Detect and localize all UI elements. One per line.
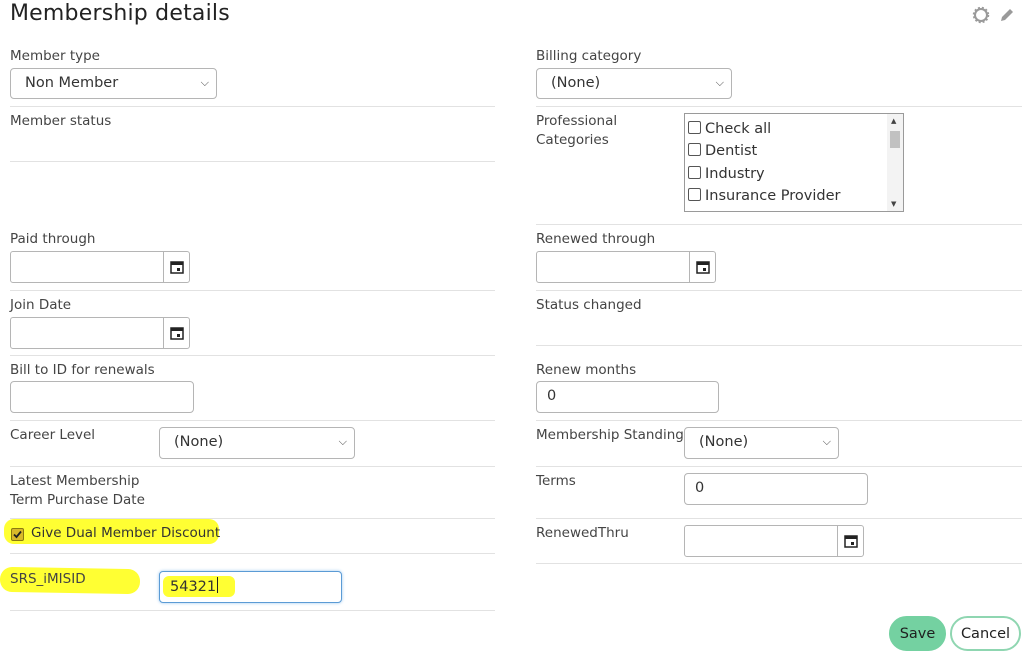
renew-months-label: Renew months [536, 362, 637, 378]
srs-imisid-value: 54321 [170, 577, 219, 595]
member-status-label: Member status [10, 113, 112, 129]
professional-categories-label-line1: Professional [536, 113, 618, 129]
renewed-through-date-field[interactable] [536, 251, 716, 283]
chevron-down-icon: ⌵ [338, 435, 347, 448]
scrollbar[interactable]: ▲ ▼ [887, 114, 903, 211]
checkbox[interactable] [688, 143, 701, 156]
renewed-through-label: Renewed through [536, 231, 656, 247]
billing-category-select[interactable]: (None) ⌵ [536, 68, 732, 99]
save-button[interactable]: Save [889, 616, 946, 651]
dual-discount-checkbox[interactable] [11, 528, 24, 541]
divider [10, 420, 495, 421]
list-item-insurance-provider[interactable]: Insurance Provider [688, 185, 840, 207]
list-item-dentist[interactable]: Dentist [688, 140, 757, 162]
gear-icon[interactable] [972, 6, 990, 24]
career-level-select[interactable]: (None) ⌵ [159, 427, 355, 459]
option-label: Insurance Provider [705, 188, 841, 204]
calendar-icon[interactable] [837, 526, 863, 556]
chevron-down-icon: ⌵ [822, 435, 831, 448]
billing-category-value: (None) [551, 75, 601, 91]
cancel-button[interactable]: Cancel [950, 616, 1021, 651]
page-title: Membership details [10, 1, 230, 26]
option-label: Industry [705, 166, 765, 182]
member-type-select[interactable]: Non Member ⌵ [10, 68, 217, 99]
divider [10, 106, 495, 107]
join-date-label: Join Date [10, 297, 72, 313]
latest-membership-label-line2: Term Purchase Date [10, 492, 145, 508]
calendar-icon[interactable] [163, 318, 189, 348]
scrollbar-thumb[interactable] [890, 131, 900, 148]
professional-categories-label-line2: Categories [536, 132, 609, 148]
scroll-down-icon[interactable]: ▼ [891, 200, 896, 208]
divider [10, 161, 495, 162]
divider [10, 610, 495, 611]
billing-category-label: Billing category [536, 48, 642, 64]
chevron-down-icon: ⌵ [200, 76, 209, 89]
scroll-up-icon[interactable]: ▲ [891, 117, 896, 125]
paid-through-date-field[interactable] [10, 251, 190, 283]
checkbox[interactable] [688, 188, 701, 201]
membership-standing-label: Membership Standing [536, 427, 684, 443]
divider [536, 563, 1022, 564]
join-date-field[interactable] [10, 317, 190, 349]
divider [536, 224, 1022, 225]
calendar-icon[interactable] [689, 252, 715, 282]
divider [536, 345, 1022, 346]
checkmark-icon [13, 530, 22, 539]
divider [10, 553, 495, 554]
member-type-label: Member type [10, 48, 100, 64]
srs-imisid-input[interactable]: 54321 [159, 571, 342, 603]
divider [536, 466, 1022, 467]
status-changed-label: Status changed [536, 297, 642, 313]
latest-membership-label-line1: Latest Membership [10, 473, 140, 489]
divider [536, 518, 1022, 519]
text-cursor [217, 577, 219, 593]
divider [10, 466, 495, 467]
calendar-icon[interactable] [163, 252, 189, 282]
list-item-check-all[interactable]: Check all [688, 118, 771, 140]
paid-through-label: Paid through [10, 231, 96, 247]
career-level-label: Career Level [10, 427, 96, 443]
list-item-industry[interactable]: Industry [688, 163, 765, 185]
divider [536, 420, 1022, 421]
divider [10, 290, 495, 291]
divider [536, 106, 1022, 107]
professional-categories-listbox[interactable]: Check all Dentist Industry Insurance Pro… [684, 113, 904, 212]
bill-to-label: Bill to ID for renewals [10, 362, 155, 378]
divider [10, 355, 495, 356]
dual-discount-label: Give Dual Member Discount [31, 525, 221, 541]
renewed-thru-label: RenewedThru [536, 525, 629, 541]
chevron-down-icon: ⌵ [715, 76, 724, 89]
srs-imisid-label: SRS_iMISID [10, 571, 86, 587]
option-label: Dentist [705, 143, 758, 159]
pencil-icon[interactable] [998, 6, 1016, 24]
checkbox[interactable] [688, 166, 701, 179]
renewed-thru-date-field[interactable] [684, 525, 864, 557]
bill-to-input[interactable] [10, 381, 194, 413]
terms-input[interactable]: 0 [684, 473, 868, 505]
terms-label: Terms [536, 473, 576, 489]
checkbox[interactable] [688, 121, 701, 134]
membership-standing-value: (None) [699, 434, 749, 450]
renew-months-input[interactable]: 0 [536, 381, 719, 413]
membership-standing-select[interactable]: (None) ⌵ [684, 427, 839, 459]
divider [536, 290, 1022, 291]
member-type-value: Non Member [25, 75, 119, 91]
option-label: Check all [705, 121, 772, 137]
career-level-value: (None) [174, 434, 224, 450]
